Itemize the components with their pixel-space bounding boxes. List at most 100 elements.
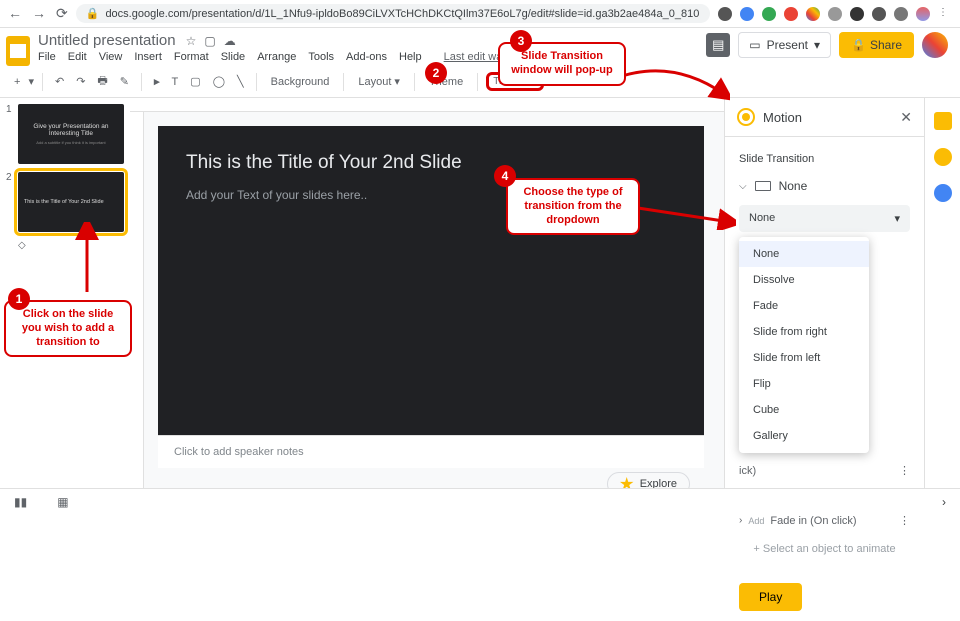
- dd-option-fade[interactable]: Fade: [739, 293, 869, 319]
- menu-tools[interactable]: Tools: [308, 51, 334, 63]
- thumb-number: 1: [6, 104, 14, 164]
- print-button[interactable]: 🖶: [93, 69, 111, 94]
- chevron-down-icon: ⌵: [739, 181, 747, 192]
- add-animation[interactable]: + Select an object to animate: [725, 533, 924, 565]
- redo-button[interactable]: ↷: [72, 72, 89, 91]
- grid-view-icon[interactable]: ▦: [57, 495, 68, 509]
- slide-rect-icon: [755, 181, 771, 191]
- thumbnail-1[interactable]: Give your Presentation an Interesting Ti…: [18, 104, 124, 164]
- animation-row[interactable]: ick)⋮: [725, 458, 924, 483]
- background-button[interactable]: Background: [265, 73, 336, 91]
- shape-tool[interactable]: ◯: [209, 72, 229, 91]
- dd-option-dissolve[interactable]: Dissolve: [739, 267, 869, 293]
- menu-format[interactable]: Format: [174, 51, 209, 63]
- slides-logo-icon[interactable]: [6, 36, 30, 66]
- undo-button[interactable]: ↶: [51, 72, 68, 91]
- canvas-area: This is the Title of Your 2nd Slide Add …: [130, 98, 724, 506]
- thumb-number: 2: [6, 172, 14, 232]
- callout-badge-2: 2: [425, 62, 447, 84]
- new-slide-button[interactable]: +: [10, 73, 24, 91]
- arrow-4: [636, 200, 736, 230]
- slide-canvas[interactable]: This is the Title of Your 2nd Slide Add …: [158, 126, 704, 435]
- ext-icon[interactable]: [872, 7, 886, 21]
- menu-file[interactable]: File: [38, 51, 56, 63]
- ext-icon[interactable]: [718, 7, 732, 21]
- menu-dots-icon[interactable]: ⋮: [938, 7, 952, 21]
- lock-icon: 🔒: [86, 7, 100, 20]
- chevron-down-icon[interactable]: ▾: [28, 75, 34, 88]
- slide-transition-label: Slide Transition: [725, 145, 924, 173]
- speaker-notes[interactable]: Click to add speaker notes: [158, 435, 704, 468]
- menu-edit[interactable]: Edit: [68, 51, 87, 63]
- motion-title: Motion: [763, 110, 892, 125]
- chevron-down-icon: ▾: [814, 38, 820, 52]
- present-button[interactable]: ▭ Present ▾: [738, 32, 831, 58]
- layout-button[interactable]: Layout ▾: [352, 72, 406, 91]
- ext-icon[interactable]: [894, 7, 908, 21]
- chevron-right-icon: ›: [739, 515, 742, 526]
- callout-4: Choose the type of transition from the d…: [506, 178, 640, 235]
- line-tool[interactable]: ╲: [233, 72, 248, 91]
- callout-badge-3: 3: [510, 30, 532, 52]
- nav-back-icon[interactable]: ←: [8, 5, 22, 22]
- present-icon: ▭: [749, 38, 760, 52]
- dd-option-cube[interactable]: Cube: [739, 397, 869, 423]
- toolbar: + ▾ ↶ ↷ 🖶 ✎ ▸ T ▢ ◯ ╲ Background Layout …: [0, 66, 960, 98]
- transition-dropdown[interactable]: None ▾: [739, 205, 910, 232]
- comments-icon[interactable]: ▤: [706, 33, 730, 57]
- callout-badge-1: 1: [8, 288, 30, 310]
- move-icon[interactable]: ▢: [204, 34, 215, 48]
- nav-fwd-icon[interactable]: →: [32, 5, 46, 22]
- menu-help[interactable]: Help: [399, 51, 422, 63]
- callout-badge-4: 4: [494, 165, 516, 187]
- dd-option-slide-left[interactable]: Slide from left: [739, 345, 869, 371]
- browser-bar: ← → ⟳ 🔒 docs.google.com/presentation/d/1…: [0, 0, 960, 28]
- side-rail: [924, 98, 960, 506]
- calendar-icon[interactable]: [934, 112, 952, 130]
- dd-option-gallery[interactable]: Gallery: [739, 423, 869, 449]
- transition-dropdown-menu: None Dissolve Fade Slide from right Slid…: [739, 237, 869, 453]
- url-bar[interactable]: 🔒 docs.google.com/presentation/d/1L_1Nfu…: [76, 4, 710, 23]
- app-header: Untitled presentation ☆ ▢ ☁ File Edit Vi…: [0, 28, 960, 66]
- paint-format-button[interactable]: ✎: [116, 72, 133, 91]
- ext-icon[interactable]: [762, 7, 776, 21]
- star-icon[interactable]: ☆: [186, 34, 197, 48]
- play-button[interactable]: Play: [739, 583, 802, 611]
- lock-icon: 🔒: [851, 38, 866, 52]
- main: 1 Give your Presentation an Interesting …: [0, 98, 960, 506]
- share-button[interactable]: 🔒 Share: [839, 32, 914, 58]
- close-icon[interactable]: ✕: [900, 109, 912, 126]
- ext-icon[interactable]: [740, 7, 754, 21]
- thumbnail-2[interactable]: This is the Title of Your 2nd Slide: [18, 172, 124, 232]
- nav-reload-icon[interactable]: ⟳: [56, 5, 68, 22]
- dd-option-flip[interactable]: Flip: [739, 371, 869, 397]
- ext-icon[interactable]: [784, 7, 798, 21]
- menu-addons[interactable]: Add-ons: [346, 51, 387, 63]
- show-side-icon[interactable]: ›: [942, 495, 946, 509]
- select-tool[interactable]: ▸: [150, 72, 164, 91]
- dd-option-slide-right[interactable]: Slide from right: [739, 319, 869, 345]
- keep-icon[interactable]: [934, 148, 952, 166]
- transition-current[interactable]: ⌵ None: [725, 173, 924, 199]
- menu-view[interactable]: View: [99, 51, 123, 63]
- menu-slide[interactable]: Slide: [221, 51, 245, 63]
- ext-icon[interactable]: [828, 7, 842, 21]
- image-tool[interactable]: ▢: [186, 72, 204, 91]
- slide-title[interactable]: This is the Title of Your 2nd Slide: [186, 152, 676, 174]
- ext-icon[interactable]: [806, 7, 820, 21]
- extension-icons: ⋮: [718, 7, 952, 21]
- avatar[interactable]: [922, 32, 948, 58]
- cloud-icon[interactable]: ☁: [224, 34, 236, 48]
- tasks-icon[interactable]: [934, 184, 952, 202]
- textbox-tool[interactable]: T: [168, 73, 183, 91]
- menu-insert[interactable]: Insert: [134, 51, 162, 63]
- attachment-icon[interactable]: ◇: [18, 240, 124, 251]
- menu-arrange[interactable]: Arrange: [257, 51, 296, 63]
- ext-icon[interactable]: [850, 7, 864, 21]
- dd-option-none[interactable]: None: [739, 241, 869, 267]
- motion-panel: Motion ✕ Slide Transition ⌵ None None ▾ …: [724, 98, 924, 506]
- ext-icon[interactable]: [916, 7, 930, 21]
- doc-title[interactable]: Untitled presentation: [38, 32, 176, 49]
- ruler-vertical: [130, 112, 144, 506]
- filmstrip-view-icon[interactable]: ▮▮: [14, 495, 27, 509]
